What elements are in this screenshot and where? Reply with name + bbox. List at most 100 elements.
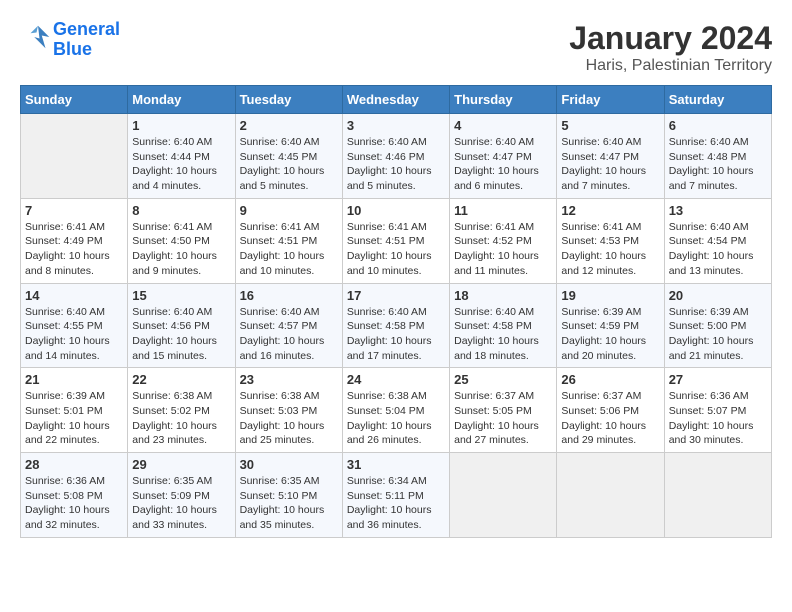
sunrise: Sunrise: 6:37 AM xyxy=(454,390,534,402)
day-info: Sunrise: 6:40 AM Sunset: 4:45 PM Dayligh… xyxy=(240,135,338,194)
day-info: Sunrise: 6:40 AM Sunset: 4:57 PM Dayligh… xyxy=(240,305,338,364)
sunset: Sunset: 4:50 PM xyxy=(132,235,210,247)
calendar-cell: 13 Sunrise: 6:40 AM Sunset: 4:54 PM Dayl… xyxy=(664,198,771,283)
day-info: Sunrise: 6:40 AM Sunset: 4:44 PM Dayligh… xyxy=(132,135,230,194)
day-number: 14 xyxy=(25,288,123,303)
calendar-cell: 31 Sunrise: 6:34 AM Sunset: 5:11 PM Dayl… xyxy=(342,453,449,538)
calendar-cell: 14 Sunrise: 6:40 AM Sunset: 4:55 PM Dayl… xyxy=(21,283,128,368)
sunrise: Sunrise: 6:40 AM xyxy=(454,136,534,148)
logo-general: General xyxy=(53,19,120,39)
week-row-5: 28 Sunrise: 6:36 AM Sunset: 5:08 PM Dayl… xyxy=(21,453,772,538)
day-number: 15 xyxy=(132,288,230,303)
day-info: Sunrise: 6:37 AM Sunset: 5:05 PM Dayligh… xyxy=(454,389,552,448)
day-number: 27 xyxy=(669,372,767,387)
week-row-3: 14 Sunrise: 6:40 AM Sunset: 4:55 PM Dayl… xyxy=(21,283,772,368)
sunrise: Sunrise: 6:40 AM xyxy=(669,221,749,233)
day-info: Sunrise: 6:41 AM Sunset: 4:51 PM Dayligh… xyxy=(347,220,445,279)
daylight: Daylight: 10 hours and 11 minutes. xyxy=(454,250,539,277)
day-info: Sunrise: 6:38 AM Sunset: 5:02 PM Dayligh… xyxy=(132,389,230,448)
daylight: Daylight: 10 hours and 5 minutes. xyxy=(240,165,325,192)
sunrise: Sunrise: 6:40 AM xyxy=(669,136,749,148)
daylight: Daylight: 10 hours and 30 minutes. xyxy=(669,420,754,447)
calendar-cell: 29 Sunrise: 6:35 AM Sunset: 5:09 PM Dayl… xyxy=(128,453,235,538)
sunrise: Sunrise: 6:41 AM xyxy=(347,221,427,233)
day-info: Sunrise: 6:37 AM Sunset: 5:06 PM Dayligh… xyxy=(561,389,659,448)
calendar-cell: 5 Sunrise: 6:40 AM Sunset: 4:47 PM Dayli… xyxy=(557,114,664,199)
calendar-cell xyxy=(21,114,128,199)
sunrise: Sunrise: 6:38 AM xyxy=(240,390,320,402)
sunset: Sunset: 4:52 PM xyxy=(454,235,532,247)
sunset: Sunset: 4:44 PM xyxy=(132,151,210,163)
sunrise: Sunrise: 6:41 AM xyxy=(25,221,105,233)
day-number: 8 xyxy=(132,203,230,218)
day-number: 21 xyxy=(25,372,123,387)
daylight: Daylight: 10 hours and 14 minutes. xyxy=(25,335,110,362)
calendar-cell: 9 Sunrise: 6:41 AM Sunset: 4:51 PM Dayli… xyxy=(235,198,342,283)
sunrise: Sunrise: 6:40 AM xyxy=(25,306,105,318)
daylight: Daylight: 10 hours and 5 minutes. xyxy=(347,165,432,192)
daylight: Daylight: 10 hours and 33 minutes. xyxy=(132,504,217,531)
calendar-cell: 24 Sunrise: 6:38 AM Sunset: 5:04 PM Dayl… xyxy=(342,368,449,453)
calendar-cell: 4 Sunrise: 6:40 AM Sunset: 4:47 PM Dayli… xyxy=(450,114,557,199)
daylight: Daylight: 10 hours and 26 minutes. xyxy=(347,420,432,447)
sunset: Sunset: 4:57 PM xyxy=(240,320,318,332)
daylight: Daylight: 10 hours and 4 minutes. xyxy=(132,165,217,192)
sunset: Sunset: 5:05 PM xyxy=(454,405,532,417)
calendar-cell: 22 Sunrise: 6:38 AM Sunset: 5:02 PM Dayl… xyxy=(128,368,235,453)
day-number: 1 xyxy=(132,118,230,133)
calendar-cell: 1 Sunrise: 6:40 AM Sunset: 4:44 PM Dayli… xyxy=(128,114,235,199)
week-row-2: 7 Sunrise: 6:41 AM Sunset: 4:49 PM Dayli… xyxy=(21,198,772,283)
sunset: Sunset: 4:47 PM xyxy=(454,151,532,163)
sunset: Sunset: 4:48 PM xyxy=(669,151,747,163)
header-sunday: Sunday xyxy=(21,86,128,114)
day-info: Sunrise: 6:40 AM Sunset: 4:55 PM Dayligh… xyxy=(25,305,123,364)
sunrise: Sunrise: 6:41 AM xyxy=(132,221,212,233)
sunrise: Sunrise: 6:40 AM xyxy=(132,306,212,318)
day-number: 19 xyxy=(561,288,659,303)
sunset: Sunset: 4:47 PM xyxy=(561,151,639,163)
sunset: Sunset: 4:51 PM xyxy=(240,235,318,247)
daylight: Daylight: 10 hours and 10 minutes. xyxy=(347,250,432,277)
sunrise: Sunrise: 6:39 AM xyxy=(25,390,105,402)
sunrise: Sunrise: 6:40 AM xyxy=(347,306,427,318)
calendar-cell: 28 Sunrise: 6:36 AM Sunset: 5:08 PM Dayl… xyxy=(21,453,128,538)
sunrise: Sunrise: 6:39 AM xyxy=(561,306,641,318)
day-number: 22 xyxy=(132,372,230,387)
sunset: Sunset: 5:00 PM xyxy=(669,320,747,332)
sunrise: Sunrise: 6:36 AM xyxy=(25,475,105,487)
daylight: Daylight: 10 hours and 10 minutes. xyxy=(240,250,325,277)
day-info: Sunrise: 6:40 AM Sunset: 4:46 PM Dayligh… xyxy=(347,135,445,194)
daylight: Daylight: 10 hours and 7 minutes. xyxy=(669,165,754,192)
sunrise: Sunrise: 6:41 AM xyxy=(454,221,534,233)
header-thursday: Thursday xyxy=(450,86,557,114)
calendar-cell: 7 Sunrise: 6:41 AM Sunset: 4:49 PM Dayli… xyxy=(21,198,128,283)
calendar-cell: 2 Sunrise: 6:40 AM Sunset: 4:45 PM Dayli… xyxy=(235,114,342,199)
day-info: Sunrise: 6:36 AM Sunset: 5:08 PM Dayligh… xyxy=(25,474,123,533)
daylight: Daylight: 10 hours and 12 minutes. xyxy=(561,250,646,277)
sunrise: Sunrise: 6:41 AM xyxy=(561,221,641,233)
day-number: 9 xyxy=(240,203,338,218)
header-wednesday: Wednesday xyxy=(342,86,449,114)
week-row-1: 1 Sunrise: 6:40 AM Sunset: 4:44 PM Dayli… xyxy=(21,114,772,199)
day-info: Sunrise: 6:40 AM Sunset: 4:47 PM Dayligh… xyxy=(561,135,659,194)
daylight: Daylight: 10 hours and 20 minutes. xyxy=(561,335,646,362)
daylight: Daylight: 10 hours and 27 minutes. xyxy=(454,420,539,447)
day-info: Sunrise: 6:35 AM Sunset: 5:10 PM Dayligh… xyxy=(240,474,338,533)
sunset: Sunset: 5:10 PM xyxy=(240,490,318,502)
calendar-cell: 8 Sunrise: 6:41 AM Sunset: 4:50 PM Dayli… xyxy=(128,198,235,283)
daylight: Daylight: 10 hours and 23 minutes. xyxy=(132,420,217,447)
daylight: Daylight: 10 hours and 29 minutes. xyxy=(561,420,646,447)
calendar-cell: 18 Sunrise: 6:40 AM Sunset: 4:58 PM Dayl… xyxy=(450,283,557,368)
sunset: Sunset: 5:04 PM xyxy=(347,405,425,417)
sunset: Sunset: 4:46 PM xyxy=(347,151,425,163)
day-info: Sunrise: 6:41 AM Sunset: 4:52 PM Dayligh… xyxy=(454,220,552,279)
calendar-cell: 17 Sunrise: 6:40 AM Sunset: 4:58 PM Dayl… xyxy=(342,283,449,368)
sunrise: Sunrise: 6:35 AM xyxy=(240,475,320,487)
sunset: Sunset: 5:08 PM xyxy=(25,490,103,502)
day-info: Sunrise: 6:40 AM Sunset: 4:47 PM Dayligh… xyxy=(454,135,552,194)
sunrise: Sunrise: 6:38 AM xyxy=(132,390,212,402)
day-info: Sunrise: 6:40 AM Sunset: 4:56 PM Dayligh… xyxy=(132,305,230,364)
day-number: 13 xyxy=(669,203,767,218)
daylight: Daylight: 10 hours and 17 minutes. xyxy=(347,335,432,362)
sunrise: Sunrise: 6:40 AM xyxy=(240,136,320,148)
